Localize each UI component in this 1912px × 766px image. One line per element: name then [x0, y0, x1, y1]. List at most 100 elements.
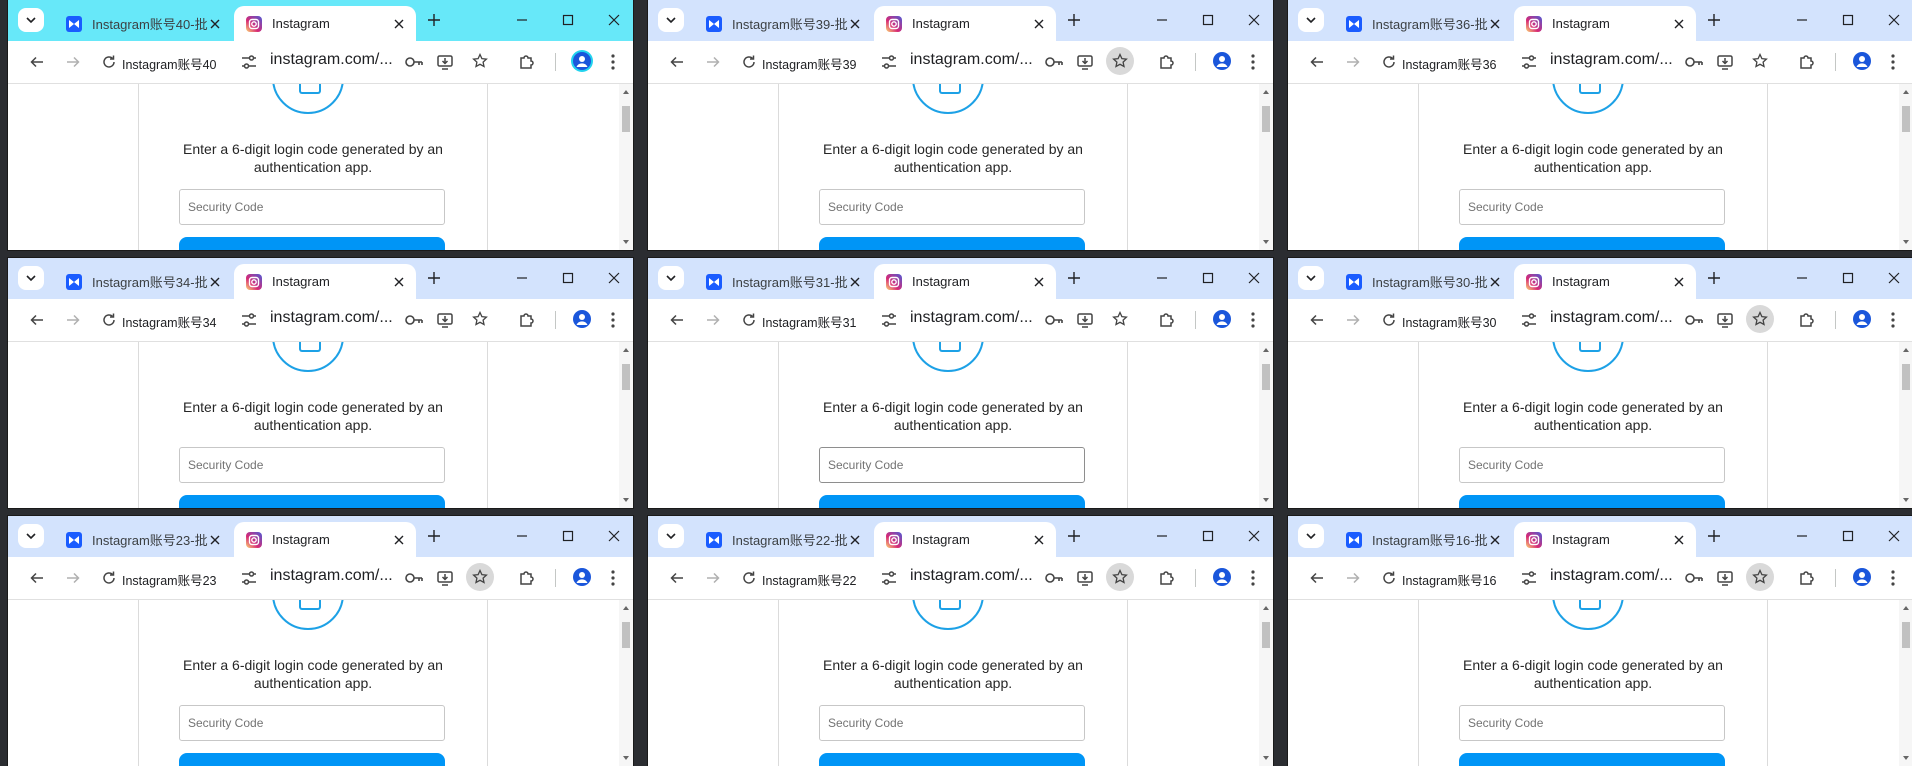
- tune-icon[interactable]: [240, 311, 258, 329]
- minimize-button[interactable]: [1792, 268, 1812, 288]
- bookmark-star-button[interactable]: [1106, 47, 1134, 75]
- address-bar-url[interactable]: instagram.com/...: [270, 567, 393, 585]
- minimize-button[interactable]: [512, 526, 532, 546]
- reload-button[interactable]: [100, 53, 118, 71]
- forward-button[interactable]: [704, 311, 722, 329]
- tune-icon[interactable]: [240, 53, 258, 71]
- minimize-button[interactable]: [1152, 268, 1172, 288]
- tab-search-button[interactable]: [658, 524, 684, 548]
- profile-avatar-button[interactable]: [1851, 566, 1873, 588]
- puzzle-icon[interactable]: [1158, 53, 1176, 71]
- kebab-menu-icon[interactable]: [1890, 53, 1896, 71]
- close-icon[interactable]: [1672, 533, 1686, 547]
- tab-active[interactable]: Instagram: [1514, 264, 1696, 299]
- bookmark-label[interactable]: Instagram账号31: [762, 312, 856, 331]
- scroll-down-icon[interactable]: [1262, 496, 1270, 504]
- forward-button[interactable]: [704, 53, 722, 71]
- key-icon[interactable]: [1044, 569, 1064, 587]
- tune-icon[interactable]: [1520, 569, 1538, 587]
- minimize-button[interactable]: [1792, 526, 1812, 546]
- bookmark-star-button[interactable]: [1746, 563, 1774, 591]
- close-icon[interactable]: [392, 533, 406, 547]
- profile-avatar-button[interactable]: [571, 566, 593, 588]
- close-icon[interactable]: [1032, 17, 1046, 31]
- scroll-up-icon[interactable]: [622, 346, 630, 354]
- profile-avatar-button[interactable]: [1851, 50, 1873, 72]
- confirm-button[interactable]: [819, 495, 1085, 508]
- confirm-button[interactable]: [1459, 495, 1725, 508]
- tab-search-button[interactable]: [658, 8, 684, 32]
- tab-search-button[interactable]: [1298, 266, 1324, 290]
- tab-search-button[interactable]: [18, 524, 44, 548]
- scrollbar-thumb[interactable]: [622, 622, 630, 648]
- bookmark-star-button[interactable]: [466, 47, 494, 75]
- kebab-menu-icon[interactable]: [1890, 311, 1896, 329]
- address-bar-url[interactable]: instagram.com/...: [270, 309, 393, 327]
- confirm-button[interactable]: [179, 237, 445, 250]
- vertical-scrollbar[interactable]: [1259, 84, 1273, 250]
- maximize-button[interactable]: [558, 268, 578, 288]
- tune-icon[interactable]: [240, 569, 258, 587]
- tab-inactive[interactable]: Instagram账号31-批: [694, 264, 872, 299]
- security-code-input[interactable]: [819, 705, 1085, 741]
- confirm-button[interactable]: [1459, 753, 1725, 766]
- confirm-button[interactable]: [179, 495, 445, 508]
- security-code-input[interactable]: [179, 189, 445, 225]
- scroll-up-icon[interactable]: [622, 88, 630, 96]
- tab-search-button[interactable]: [1298, 524, 1324, 548]
- bookmark-label[interactable]: Instagram账号34: [122, 312, 216, 331]
- close-icon[interactable]: [392, 275, 406, 289]
- puzzle-icon[interactable]: [1798, 569, 1816, 587]
- key-icon[interactable]: [404, 311, 424, 329]
- install-app-icon[interactable]: [1716, 311, 1734, 329]
- plus-icon[interactable]: [1706, 270, 1722, 286]
- plus-icon[interactable]: [426, 528, 442, 544]
- back-button[interactable]: [1308, 53, 1326, 71]
- confirm-button[interactable]: [179, 753, 445, 766]
- scrollbar-thumb[interactable]: [1262, 622, 1270, 648]
- forward-button[interactable]: [1344, 311, 1362, 329]
- scroll-down-icon[interactable]: [1262, 238, 1270, 246]
- vertical-scrollbar[interactable]: [1259, 600, 1273, 766]
- puzzle-icon[interactable]: [1798, 53, 1816, 71]
- scroll-up-icon[interactable]: [1262, 88, 1270, 96]
- security-code-input[interactable]: [179, 447, 445, 483]
- minimize-button[interactable]: [1152, 10, 1172, 30]
- close-icon[interactable]: [208, 275, 222, 289]
- install-app-icon[interactable]: [436, 311, 454, 329]
- back-button[interactable]: [668, 569, 686, 587]
- bookmark-label[interactable]: Instagram账号30: [1402, 312, 1496, 331]
- tab-inactive[interactable]: Instagram账号34-批: [54, 264, 232, 299]
- scrollbar-thumb[interactable]: [1902, 364, 1910, 390]
- puzzle-icon[interactable]: [1158, 569, 1176, 587]
- close-window-button[interactable]: [604, 268, 624, 288]
- close-window-button[interactable]: [1244, 526, 1264, 546]
- reload-button[interactable]: [740, 311, 758, 329]
- install-app-icon[interactable]: [1076, 569, 1094, 587]
- scroll-up-icon[interactable]: [1902, 604, 1910, 612]
- minimize-button[interactable]: [1152, 526, 1172, 546]
- install-app-icon[interactable]: [1716, 53, 1734, 71]
- tab-active[interactable]: Instagram: [234, 522, 416, 557]
- tune-icon[interactable]: [880, 569, 898, 587]
- vertical-scrollbar[interactable]: [1259, 342, 1273, 508]
- scroll-down-icon[interactable]: [1262, 754, 1270, 762]
- scroll-down-icon[interactable]: [622, 754, 630, 762]
- scroll-down-icon[interactable]: [622, 496, 630, 504]
- scroll-down-icon[interactable]: [1902, 238, 1910, 246]
- tune-icon[interactable]: [880, 53, 898, 71]
- tab-search-button[interactable]: [658, 266, 684, 290]
- bookmark-star-button[interactable]: [1746, 47, 1774, 75]
- tab-active[interactable]: Instagram: [1514, 522, 1696, 557]
- tab-active[interactable]: Instagram: [874, 522, 1056, 557]
- profile-avatar-button[interactable]: [1211, 50, 1233, 72]
- puzzle-icon[interactable]: [1158, 311, 1176, 329]
- address-bar-url[interactable]: instagram.com/...: [1550, 309, 1673, 327]
- bookmark-star-button[interactable]: [466, 563, 494, 591]
- close-window-button[interactable]: [1244, 268, 1264, 288]
- vertical-scrollbar[interactable]: [1899, 84, 1912, 250]
- back-button[interactable]: [1308, 569, 1326, 587]
- plus-icon[interactable]: [1066, 12, 1082, 28]
- install-app-icon[interactable]: [1716, 569, 1734, 587]
- puzzle-icon[interactable]: [518, 311, 536, 329]
